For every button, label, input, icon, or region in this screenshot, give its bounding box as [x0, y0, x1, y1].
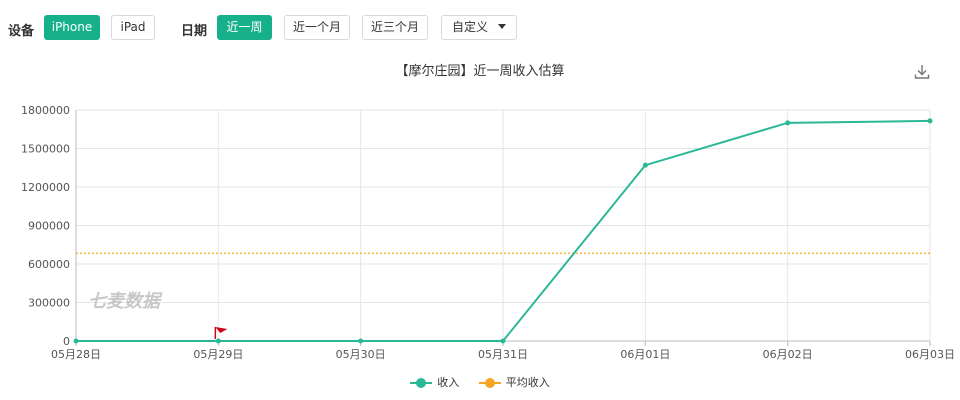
chart-legend: 收入 平均收入 — [0, 374, 960, 390]
custom-date-dropdown[interactable]: 自定义 — [441, 15, 517, 40]
date-option-week[interactable]: 近一周 — [217, 15, 272, 40]
chart-grid — [75, 109, 931, 346]
legend-item-income[interactable]: 收入 — [410, 374, 459, 390]
y-tick-label: 1200000 — [21, 181, 70, 194]
revenue-line-chart: 0 300000 600000 900000 1200000 1500000 1800000… — [21, 104, 955, 361]
flag-marker — [214, 327, 228, 339]
x-tick-label: 05月29日 — [193, 348, 243, 361]
income-point — [73, 338, 79, 344]
x-tick-label: 06月01日 — [620, 348, 670, 361]
y-tick-label: 1800000 — [21, 104, 70, 117]
device-label: 设备 — [8, 24, 35, 39]
chart-title: 【摩尔庄园】近一周收入估算 — [395, 64, 565, 79]
date-option-three-months[interactable]: 近三个月 — [362, 15, 428, 40]
flag-icon — [215, 327, 228, 333]
income-point — [785, 120, 791, 126]
device-option-iphone[interactable]: iPhone — [44, 15, 100, 40]
device-option-ipad[interactable]: iPad — [111, 15, 155, 40]
income-point — [927, 118, 933, 124]
caret-down-icon — [498, 24, 506, 29]
income-point — [215, 338, 221, 344]
legend-income-swatch — [410, 378, 433, 388]
x-tick-label: 06月02日 — [763, 348, 813, 361]
x-axis-labels: 05月28日 05月29日 05月30日 05月31日 06月01日 06月02日 06月0… — [51, 348, 955, 361]
y-tick-label: 0 — [63, 335, 70, 348]
legend-average-swatch — [478, 378, 501, 388]
y-axis-labels: 0 300000 600000 900000 1200000 1500000 1800000 — [21, 104, 70, 348]
x-tick-label: 05月31日 — [478, 348, 528, 361]
custom-date-label: 自定义 — [451, 20, 488, 34]
y-tick-label: 900000 — [28, 220, 70, 233]
filter-toolbar: 设备 iPhone iPad 日期 近一周 近一个月 近三个月 自定义 — [0, 0, 960, 56]
download-button[interactable] — [912, 62, 932, 82]
chart-annotations — [214, 327, 228, 339]
income-point — [500, 338, 506, 344]
income-point — [358, 338, 364, 344]
x-tick-label: 05月28日 — [51, 348, 101, 361]
x-tick-label: 06月03日 — [905, 348, 955, 361]
income-point — [642, 162, 648, 168]
legend-average-label: 平均收入 — [505, 376, 550, 389]
legend-income-label: 收入 — [437, 376, 460, 389]
legend-item-average[interactable]: 平均收入 — [478, 374, 550, 390]
date-option-month[interactable]: 近一个月 — [284, 15, 350, 40]
y-tick-label: 600000 — [28, 258, 70, 271]
y-tick-label: 1500000 — [21, 143, 70, 156]
y-tick-label: 300000 — [28, 297, 70, 310]
date-label: 日期 — [181, 24, 208, 39]
x-tick-label: 05月30日 — [336, 348, 386, 361]
watermark: 七麦数据 — [88, 291, 163, 312]
download-icon — [914, 65, 930, 79]
